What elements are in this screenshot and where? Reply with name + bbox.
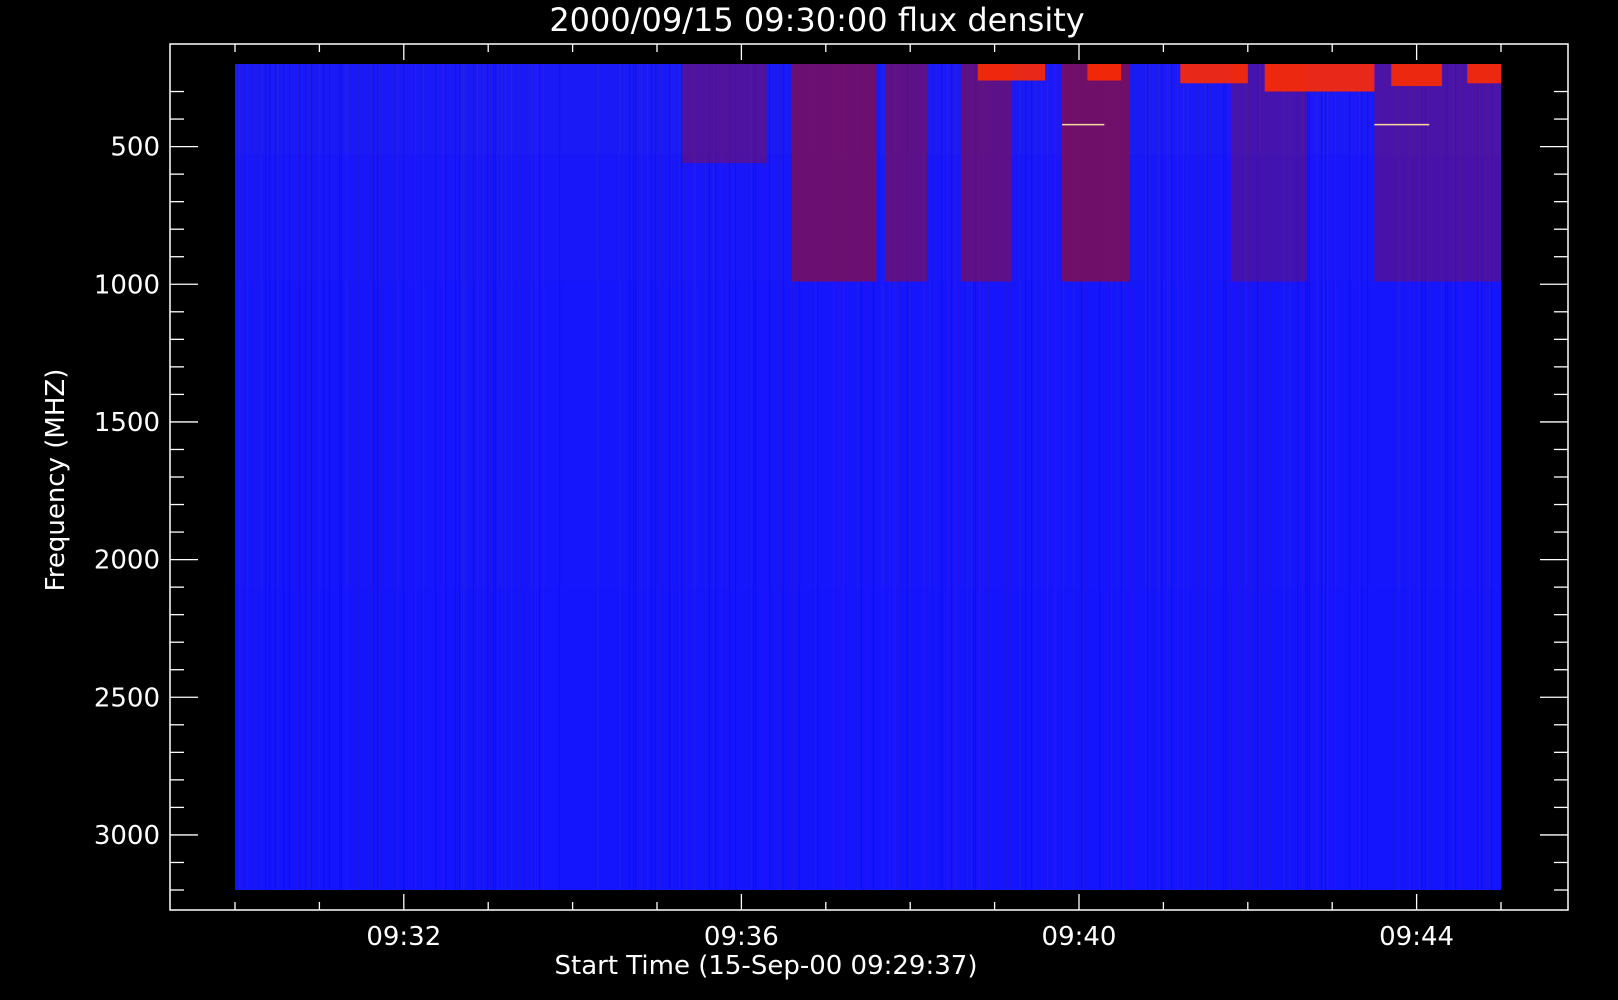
hot-spot xyxy=(1087,64,1122,81)
y-tick-label: 3000 xyxy=(94,821,160,851)
x-tick-label: 09:44 xyxy=(1379,922,1454,952)
burst-region xyxy=(1374,64,1501,282)
burst-region xyxy=(1062,64,1130,282)
y-tick-label: 2500 xyxy=(94,683,160,713)
hot-spot xyxy=(1391,64,1442,87)
hot-spot xyxy=(1467,64,1501,84)
burst-region xyxy=(884,64,928,282)
frequency-band-4 xyxy=(235,587,1501,890)
y-tick-label: 1500 xyxy=(94,408,160,438)
y-tick-label: 1000 xyxy=(94,270,160,300)
spectrogram-chart: 2000/09/15 09:30:00 flux density 09:32 09… xyxy=(41,1,1569,981)
burst-region xyxy=(792,64,877,282)
x-axis-title: Start Time (15-Sep-00 09:29:37) xyxy=(555,951,978,981)
x-tick-label: 09:36 xyxy=(704,922,779,952)
heatmap-area xyxy=(235,64,1501,890)
x-tick-label: 09:32 xyxy=(366,922,441,952)
y-tick-label: 2000 xyxy=(94,546,160,576)
burst-region xyxy=(682,64,767,164)
frequency-band-3 xyxy=(235,281,1501,588)
hot-spot xyxy=(1180,64,1248,84)
chart-title: 2000/09/15 09:30:00 flux density xyxy=(549,1,1084,39)
burst-region xyxy=(960,64,1012,282)
hot-spot xyxy=(1264,64,1375,92)
y-axis-title: Frequency (MHZ) xyxy=(41,369,71,592)
burst-region xyxy=(1230,64,1307,282)
y-tick-label: 500 xyxy=(110,133,160,163)
x-tick-label: 09:40 xyxy=(1042,922,1117,952)
hot-spot xyxy=(977,64,1046,81)
